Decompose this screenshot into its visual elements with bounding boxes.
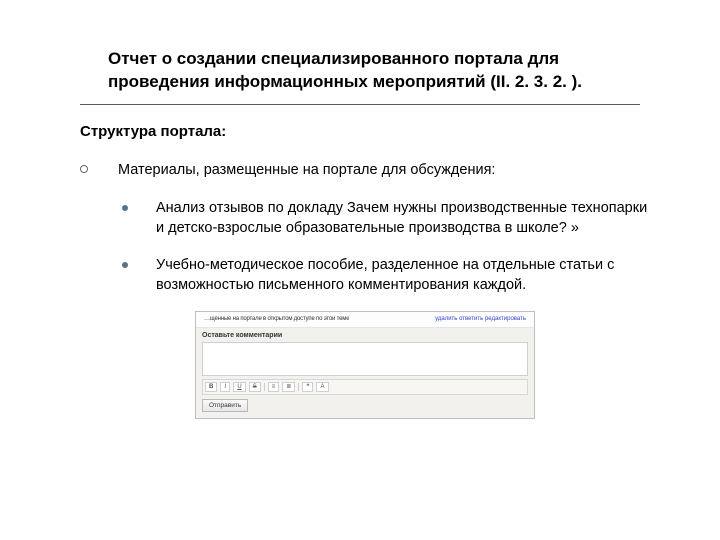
mini-body: Оставьте комментарии B I U S ≡ ≣ ❝ A Отп… (196, 328, 534, 418)
italic-button[interactable]: I (220, 382, 230, 392)
bullet-text: Учебно-методическое пособие, разделенное… (156, 255, 650, 296)
bullet-text: Анализ отзывов по докладу Зачем нужны пр… (156, 198, 650, 239)
strike-button[interactable]: S (249, 382, 261, 392)
submit-button[interactable]: Отправить (202, 399, 248, 412)
attach-button[interactable]: A (316, 382, 328, 392)
mini-header: …щённые на портале в открытом доступе по… (196, 312, 534, 328)
list-item-level2: Анализ отзывов по докладу Зачем нужны пр… (122, 198, 650, 239)
list-numbered-button[interactable]: ≣ (282, 382, 295, 392)
embedded-screenshot: …щённые на портале в открытом доступе по… (195, 311, 535, 419)
list-item-level1: Материалы, размещенные на портале для об… (80, 160, 650, 180)
toolbar-separator (264, 383, 265, 391)
title-divider (80, 104, 640, 105)
mini-comment-textarea[interactable] (202, 342, 528, 376)
hollow-bullet-icon (80, 165, 88, 173)
mini-toolbar: B I U S ≡ ≣ ❝ A (202, 379, 528, 395)
toolbar-separator (298, 383, 299, 391)
solid-bullet-icon (122, 205, 128, 211)
solid-bullet-icon (122, 262, 128, 268)
list-item-level2: Учебно-методическое пособие, разделенное… (122, 255, 650, 296)
underline-button[interactable]: U (233, 382, 245, 392)
slide-title: Отчет о создании специализированного пор… (108, 48, 630, 94)
bold-button[interactable]: B (205, 382, 217, 392)
level1-text: Материалы, размещенные на портале для об… (118, 160, 495, 180)
list-bullets-button[interactable]: ≡ (268, 382, 280, 392)
quote-button[interactable]: ❝ (302, 382, 313, 392)
section-subtitle: Структура портала: (80, 123, 650, 140)
mini-header-title: …щённые на портале в открытом доступе по… (204, 316, 349, 322)
mini-comment-prompt: Оставьте комментарии (202, 332, 528, 339)
mini-header-actions: удалить ответить редактировать (435, 316, 526, 322)
